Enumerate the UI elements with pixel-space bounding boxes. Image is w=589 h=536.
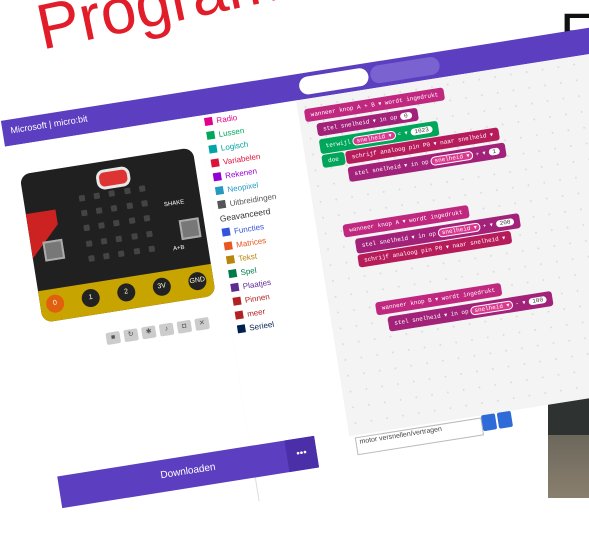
led [128, 217, 136, 225]
function-icon [221, 227, 231, 237]
image-icon [230, 282, 240, 292]
variable-icon [210, 158, 220, 168]
op-label[interactable]: + ▾ [482, 221, 493, 230]
led [98, 222, 106, 230]
do-label-block: doe [321, 151, 346, 169]
led [80, 209, 88, 217]
op-label[interactable]: + ▾ [475, 150, 486, 159]
var-chip[interactable]: snelheid ▾ [469, 300, 515, 316]
pin-2[interactable]: 2 [115, 282, 137, 303]
led [133, 247, 140, 255]
pin-1[interactable]: 1 [80, 287, 102, 309]
button-b[interactable] [178, 217, 202, 241]
category-label: Tekst [237, 251, 258, 263]
category-label: meer [246, 306, 266, 319]
dots-icon [234, 310, 244, 320]
led [100, 237, 108, 245]
shuffle-icon [208, 144, 218, 154]
category-label: Serieel [248, 319, 275, 333]
brand-label: Microsoft | micro:bit [9, 113, 89, 136]
led [83, 224, 91, 232]
led [115, 235, 123, 242]
pin-3v: 3V [151, 276, 173, 298]
led [113, 220, 121, 227]
pin-icon [232, 296, 242, 306]
pin-strip: 0 1 2 3V GND [38, 263, 216, 323]
fullscreen-icon[interactable]: ✕ [194, 316, 211, 331]
led [140, 200, 148, 208]
led [93, 192, 101, 200]
number-field[interactable]: 0 [399, 111, 413, 121]
op-label[interactable]: < ▾ [397, 129, 408, 138]
led [110, 204, 118, 212]
number-field[interactable]: 100 [527, 295, 548, 306]
number-field[interactable]: 1 [487, 147, 501, 156]
screenshot-icon[interactable]: ◘ [176, 319, 193, 334]
sparkle-icon [214, 186, 225, 196]
category-label: Pinnen [244, 291, 271, 305]
mute-icon[interactable]: ♪ [158, 322, 175, 337]
text-icon [225, 255, 236, 265]
led [123, 187, 131, 195]
var-chip[interactable]: snelheid ▾ [429, 150, 475, 167]
serial-icon [236, 324, 246, 334]
button-a[interactable] [42, 238, 66, 262]
simulator-toolbar: ■ ↻ ✱ ♪ ◘ ✕ [105, 316, 211, 346]
restart-icon[interactable]: ↻ [123, 328, 139, 343]
list-icon [223, 241, 233, 251]
led [138, 185, 146, 193]
led-matrix [78, 185, 159, 265]
pin-0[interactable]: 0 [44, 293, 66, 314]
led [108, 189, 116, 197]
led [118, 250, 125, 257]
calculator-icon [212, 172, 222, 182]
led [95, 207, 103, 215]
shake-label[interactable]: SHAKE [164, 199, 185, 208]
led [85, 239, 93, 247]
category-label: Spel [239, 265, 258, 277]
stop-icon[interactable]: ■ [105, 330, 122, 346]
op-label[interactable]: - ▾ [515, 299, 526, 308]
led [78, 194, 86, 202]
gamepad-icon [228, 268, 238, 279]
number-field[interactable]: 200 [495, 217, 515, 228]
pin-gnd: GND [187, 270, 208, 292]
led [103, 252, 110, 260]
slide-title: Programm [30, 0, 338, 64]
led [130, 232, 138, 240]
makecode-screenshot: Microsoft | micro:bit SHAKE A+B 0 1 2 3V [0, 27, 589, 535]
led [143, 215, 151, 223]
led [148, 245, 155, 253]
led [88, 254, 95, 262]
slowmo-icon[interactable]: ✱ [140, 325, 157, 340]
led [145, 230, 153, 238]
github-icon[interactable] [496, 410, 514, 429]
number-field[interactable]: 1023 [410, 125, 434, 136]
microbit-board[interactable]: SHAKE A+B 0 1 2 3V GND [19, 147, 216, 323]
microbit-logo [94, 165, 132, 191]
blocks-workspace[interactable]: wanneer knop A + B ▾ wordt ingedrukt ste… [296, 51, 589, 437]
ab-label[interactable]: A+B [173, 245, 185, 253]
save-icon[interactable] [480, 413, 498, 432]
led [125, 202, 133, 210]
download-label: Downloaden [159, 461, 217, 482]
more-button[interactable]: ••• [284, 435, 320, 473]
signal-icon [203, 116, 214, 127]
loop-icon [206, 130, 216, 140]
category-label: Radio [215, 112, 238, 125]
plus-circle-icon [217, 199, 227, 209]
while-label: terwijl [325, 138, 352, 150]
